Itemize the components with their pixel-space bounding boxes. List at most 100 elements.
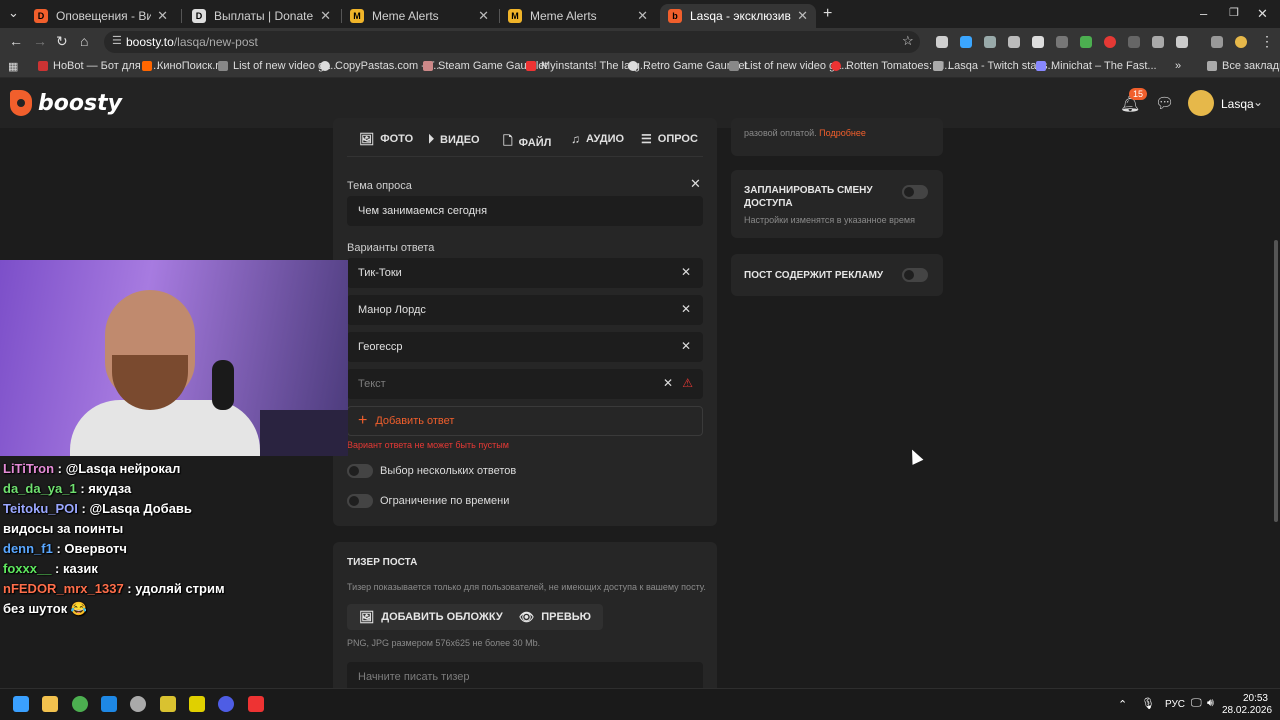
extension-icon[interactable] bbox=[1152, 36, 1164, 48]
preview-button[interactable]: 👁︎ ПРЕВЬЮ bbox=[507, 604, 604, 630]
media-tab-video[interactable]: ⏵ ВИДЕО bbox=[428, 132, 480, 147]
messages-icon[interactable]: 💬︎ bbox=[1155, 94, 1174, 112]
home-icon[interactable]: ⌂ bbox=[80, 33, 88, 49]
extension-icon[interactable] bbox=[1128, 36, 1140, 48]
back-icon[interactable]: ← bbox=[9, 33, 23, 49]
schedule-access-title: ЗАПЛАНИРОВАТЬ СМЕНУ ДОСТУПА bbox=[744, 185, 873, 209]
answer-input[interactable]: Тик-Токи ✕ bbox=[347, 258, 703, 288]
extensions-puzzle-icon[interactable] bbox=[1176, 36, 1188, 48]
schedule-access-card: ЗАПЛАНИРОВАТЬ СМЕНУ ДОСТУПА Настройки из… bbox=[731, 170, 943, 238]
extension-icon[interactable] bbox=[1032, 36, 1044, 48]
remove-answer-icon[interactable]: ✕ bbox=[663, 376, 673, 390]
forward-icon[interactable]: → bbox=[33, 33, 47, 49]
app-icon[interactable] bbox=[160, 696, 176, 712]
add-answer-button[interactable]: + Добавить ответ bbox=[347, 406, 703, 436]
extension-icon[interactable] bbox=[1056, 36, 1068, 48]
more-bookmarks-icon[interactable]: » bbox=[1175, 60, 1181, 72]
tab-close-icon[interactable]: ✕ bbox=[797, 8, 808, 24]
media-tab-poll[interactable]: ☰ ОПРОС bbox=[641, 132, 698, 146]
browser-tab[interactable]: D Выплаты | DonatePay ✕ bbox=[184, 4, 339, 28]
tab-close-icon[interactable]: ✕ bbox=[320, 8, 331, 24]
address-bar[interactable]: boosty.to/lasqa/new-post bbox=[104, 31, 920, 53]
chevron-down-icon[interactable]: ⌄ bbox=[1253, 95, 1263, 109]
browser-tab-active[interactable]: b Lasqa - эксклюзивный контен ✕ bbox=[660, 4, 816, 28]
steam-icon[interactable] bbox=[101, 696, 117, 712]
divider bbox=[347, 156, 703, 157]
apps-grid-icon[interactable]: ▦ bbox=[8, 60, 18, 73]
teaser-title: ТИЗЕР ПОСТА bbox=[347, 557, 418, 568]
tab-close-icon[interactable]: ✕ bbox=[478, 8, 489, 24]
media-tab-photo[interactable]: 🖼︎ ФОТО bbox=[359, 132, 413, 146]
answer-input[interactable]: Манор Лордс ✕ bbox=[347, 295, 703, 325]
add-cover-button[interactable]: 🖼︎ ДОБАВИТЬ ОБЛОЖКУ bbox=[347, 604, 515, 630]
chrome-icon[interactable] bbox=[72, 696, 88, 712]
close-window-button[interactable]: ✕ bbox=[1257, 6, 1268, 22]
schedule-access-toggle[interactable] bbox=[902, 185, 928, 199]
boosty-logo[interactable]: boosty bbox=[10, 90, 122, 116]
volume-icon[interactable]: 🔊︎ bbox=[1207, 697, 1214, 710]
tray-chevron-icon[interactable]: ⌃ bbox=[1118, 698, 1127, 711]
browser-tab-bar: ⌄ D Оповещения - Виджеты - Dona ✕ D Выпл… bbox=[0, 0, 1280, 28]
obs-icon[interactable] bbox=[130, 696, 146, 712]
network-icon[interactable]: 🖵︎ bbox=[1191, 697, 1202, 710]
media-tab-file[interactable]: 🗋 ФАЙЛ bbox=[503, 132, 551, 153]
avatar[interactable] bbox=[1188, 90, 1214, 116]
tab-close-icon[interactable]: ✕ bbox=[637, 8, 648, 24]
extension-icon[interactable] bbox=[1080, 36, 1092, 48]
site-info-icon[interactable]: ☰ bbox=[112, 34, 122, 47]
multiple-answers-label: Выбор нескольких ответов bbox=[380, 465, 517, 477]
extension-icon[interactable] bbox=[936, 36, 948, 48]
poll-editor-card: 🖼︎ ФОТО ⏵ ВИДЕО 🗋 ФАЙЛ ♫ АУДИО ☰ ОПРОС Тема о… bbox=[333, 118, 717, 526]
discord-icon[interactable] bbox=[218, 696, 234, 712]
extension-icon[interactable] bbox=[960, 36, 972, 48]
tab-search-icon[interactable]: ⌄ bbox=[8, 5, 19, 21]
time-limit-toggle[interactable] bbox=[347, 494, 373, 508]
extension-icon[interactable] bbox=[984, 36, 996, 48]
menu-kebab-icon[interactable]: ⋮ bbox=[1260, 33, 1274, 50]
app-icon[interactable] bbox=[189, 696, 205, 712]
remove-answer-icon[interactable]: ✕ bbox=[681, 339, 691, 353]
new-tab-button[interactable]: + bbox=[823, 5, 832, 23]
poll-topic-input[interactable]: Чем занимаемся сегодня bbox=[347, 196, 703, 226]
extension-icon[interactable] bbox=[1008, 36, 1020, 48]
multiple-answers-toggle[interactable] bbox=[347, 464, 373, 478]
answer-input[interactable]: Геогесср ✕ bbox=[347, 332, 703, 362]
reading-list-icon[interactable] bbox=[1211, 36, 1223, 48]
mic-icon[interactable]: 🎙︎ bbox=[1141, 697, 1155, 710]
clock-date[interactable]: 28.02.2026 bbox=[1222, 705, 1272, 716]
page-scrollbar[interactable] bbox=[1274, 240, 1278, 522]
bookmark-item[interactable]: Minichat – The Fast... bbox=[1036, 60, 1157, 72]
restore-button[interactable]: ❐ bbox=[1229, 6, 1239, 19]
browser-tab[interactable]: M Meme Alerts ✕ bbox=[342, 4, 497, 28]
more-link[interactable]: Подробнее bbox=[819, 128, 866, 138]
ads-title: ПОСТ СОДЕРЖИТ РЕКЛАМУ bbox=[744, 270, 884, 281]
remove-answer-icon[interactable]: ✕ bbox=[681, 302, 691, 316]
media-tab-audio[interactable]: ♫ АУДИО bbox=[571, 132, 624, 146]
reload-icon[interactable]: ↻ bbox=[56, 33, 68, 50]
clock-time[interactable]: 20:53 bbox=[1226, 693, 1268, 704]
user-name[interactable]: Lasqa bbox=[1221, 97, 1254, 111]
file-explorer-icon[interactable] bbox=[42, 696, 58, 712]
extension-icon[interactable] bbox=[1104, 36, 1116, 48]
answer-input-empty[interactable]: Текст ✕ ⚠ bbox=[347, 369, 703, 399]
all-bookmarks-folder[interactable]: Все закладки bbox=[1207, 60, 1280, 72]
play-icon: ⏵ bbox=[428, 132, 435, 146]
warning-icon: ⚠ bbox=[682, 376, 693, 390]
minimize-button[interactable]: – bbox=[1200, 6, 1207, 21]
chat-message: denn_f1 : Овервотч bbox=[3, 541, 127, 556]
profile-icon[interactable] bbox=[1235, 36, 1247, 48]
chat-message: da_da_ya_1 : якудза bbox=[3, 481, 132, 496]
bookmark-star-icon[interactable]: ☆ bbox=[902, 33, 914, 49]
ads-toggle[interactable] bbox=[902, 268, 928, 282]
notification-count-badge: 15 bbox=[1129, 88, 1148, 100]
start-icon[interactable] bbox=[13, 696, 29, 712]
access-info-text: разовой оплатой. Подробнее bbox=[744, 128, 866, 138]
bookmark-item[interactable]: КиноПоиск.ru bbox=[142, 60, 225, 72]
browser-tab[interactable]: M Meme Alerts ✕ bbox=[500, 4, 656, 28]
close-poll-icon[interactable]: ✕ bbox=[690, 176, 701, 192]
tab-close-icon[interactable]: ✕ bbox=[157, 8, 168, 24]
app-icon[interactable] bbox=[248, 696, 264, 712]
remove-answer-icon[interactable]: ✕ bbox=[681, 265, 691, 279]
language-indicator[interactable]: РУС bbox=[1165, 699, 1185, 710]
browser-tab[interactable]: D Оповещения - Виджеты - Dona ✕ bbox=[26, 4, 176, 28]
